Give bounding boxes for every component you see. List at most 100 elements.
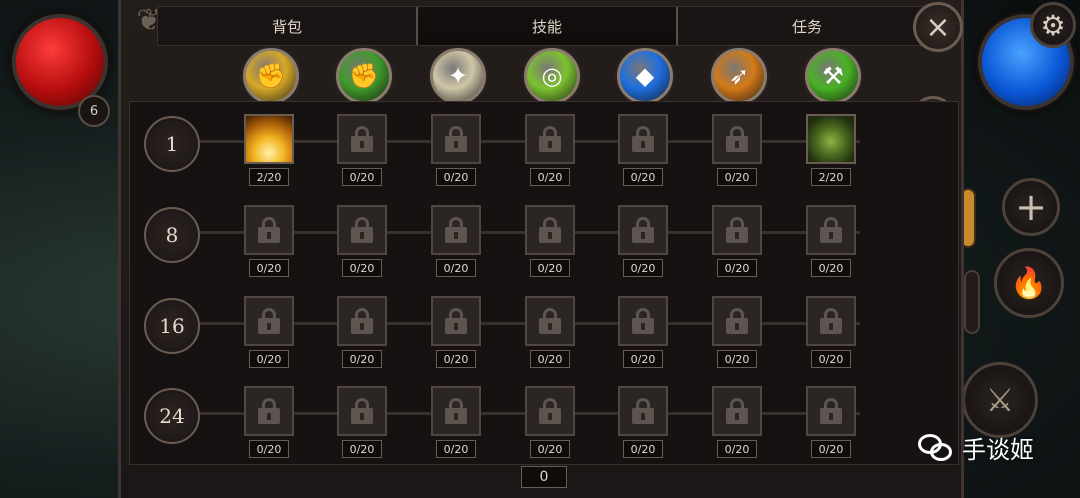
skill-slot-locked[interactable]	[712, 114, 762, 164]
skill-points-label: 0/20	[530, 350, 570, 368]
green-rune-icon[interactable]: ◎	[524, 48, 580, 104]
skill-points-label: 0/20	[717, 440, 757, 458]
skill-points-label: 0/20	[436, 440, 476, 458]
lock-icon	[351, 398, 373, 424]
skill-slot-locked[interactable]	[806, 205, 856, 255]
skill-slot-locked[interactable]	[337, 296, 387, 346]
watermark-text: 手谈姬	[962, 436, 1034, 464]
skill-slot-locked[interactable]	[337, 114, 387, 164]
skill-slot-locked[interactable]	[618, 296, 668, 346]
lock-icon	[539, 398, 561, 424]
skill-points-label: 0/20	[436, 259, 476, 277]
skill-slot-locked[interactable]	[431, 296, 481, 346]
skill-slot-locked[interactable]	[618, 114, 668, 164]
skills-panel: ❦ 背包 技能 任务 × × ✊✊✦◎◆➶⚒ 12/200/200/200/20…	[118, 0, 964, 498]
skill-slot-locked[interactable]	[712, 205, 762, 255]
lock-icon	[258, 217, 280, 243]
player-level-badge: 6	[78, 95, 110, 127]
skill-slot-locked[interactable]	[712, 386, 762, 436]
left-hud: 6	[0, 0, 120, 498]
quick-skill-slot-empty[interactable]	[964, 270, 980, 334]
lock-icon	[258, 308, 280, 334]
skill-points-label: 2/20	[249, 168, 289, 186]
skill-slot-locked[interactable]	[337, 205, 387, 255]
skill-points-label: 0/20	[342, 168, 382, 186]
skill-points-label: 0/20	[811, 350, 851, 368]
skill-slot-locked[interactable]	[525, 205, 575, 255]
skill-slot-locked[interactable]	[525, 386, 575, 436]
skill-slot-locked[interactable]	[806, 386, 856, 436]
tab-quests[interactable]: 任务	[678, 7, 936, 45]
lock-icon	[820, 398, 842, 424]
green-axe-icon[interactable]: ⚒	[805, 48, 861, 104]
skill-points-label: 0/20	[530, 168, 570, 186]
skill-points-label: 0/20	[623, 168, 663, 186]
skill-slot-locked[interactable]	[618, 386, 668, 436]
skill-points-label: 0/20	[436, 168, 476, 186]
required-level-badge: 8	[144, 207, 200, 263]
golden-burst-skill-icon	[246, 116, 292, 162]
skill-points-label: 0/20	[530, 440, 570, 458]
wechat-icon	[918, 433, 954, 462]
tab-skills[interactable]: 技能	[416, 7, 678, 45]
lock-icon	[632, 126, 654, 152]
skill-slot-locked[interactable]	[431, 205, 481, 255]
available-skill-points: 0	[521, 466, 567, 488]
skill-tree-grid: 1 2/20 0/20 0/20 0/20 0/20 0/20 2/20 8 0/20 0/20 0/…	[129, 101, 959, 465]
lock-icon	[351, 308, 373, 334]
skill-slot-locked[interactable]	[431, 386, 481, 436]
skill-points-label: 0/20	[623, 350, 663, 368]
tab-inventory[interactable]: 背包	[158, 7, 416, 45]
lock-icon	[726, 308, 748, 334]
blue-crystal-icon[interactable]: ◆	[617, 48, 673, 104]
skill-points-label: 2/20	[811, 168, 851, 186]
skill-points-label: 0/20	[530, 259, 570, 277]
lock-icon	[351, 217, 373, 243]
fist-icon[interactable]: ✊	[243, 48, 299, 104]
skill-slot-locked[interactable]	[244, 205, 294, 255]
skill-slot-locked[interactable]	[244, 296, 294, 346]
lock-icon	[539, 308, 561, 334]
skill-points-label: 0/20	[342, 440, 382, 458]
skill-points-label: 0/20	[436, 350, 476, 368]
lock-icon	[445, 217, 467, 243]
add-plus-icon[interactable]: +	[1002, 178, 1060, 236]
close-panel-button[interactable]: ×	[913, 2, 963, 52]
skill-points-label: 0/20	[811, 440, 851, 458]
close-icon: ×	[925, 9, 951, 45]
tab-bar: 背包 技能 任务	[157, 6, 937, 46]
lock-icon	[445, 126, 467, 152]
sword-attack-icon[interactable]: ⚔	[962, 362, 1038, 438]
lock-icon	[445, 308, 467, 334]
skill-points-label: 0/20	[249, 440, 289, 458]
lock-icon	[820, 217, 842, 243]
skill-slot-unlocked[interactable]	[806, 114, 856, 164]
settings-gear-icon[interactable]: ⚙	[1030, 2, 1076, 48]
lock-icon	[632, 308, 654, 334]
lock-icon	[726, 398, 748, 424]
skill-points-label: 0/20	[717, 259, 757, 277]
skill-slot-locked[interactable]	[806, 296, 856, 346]
skill-slot-locked[interactable]	[337, 386, 387, 436]
skill-slot-locked[interactable]	[525, 114, 575, 164]
green-fist-icon[interactable]: ✊	[336, 48, 392, 104]
skill-slot-locked[interactable]	[431, 114, 481, 164]
light-burst-icon[interactable]: ✦	[430, 48, 486, 104]
required-level-badge: 16	[144, 298, 200, 354]
skill-category-row: ✊ ✊ ✦ ◎ ◆ ➶ ⚒	[121, 48, 967, 104]
skill-slot-locked[interactable]	[618, 205, 668, 255]
lock-icon	[726, 217, 748, 243]
skill-points-label: 0/20	[623, 440, 663, 458]
skill-slot-locked[interactable]	[712, 296, 762, 346]
skill-points-label: 0/20	[249, 259, 289, 277]
bow-arrow-icon[interactable]: ➶	[711, 48, 767, 104]
fire-skill-icon[interactable]: 🔥	[994, 248, 1064, 318]
lock-icon	[632, 217, 654, 243]
lock-icon	[820, 308, 842, 334]
lock-icon	[258, 398, 280, 424]
skill-slot-locked[interactable]	[525, 296, 575, 346]
lock-icon	[632, 398, 654, 424]
skill-points-label: 0/20	[249, 350, 289, 368]
skill-slot-unlocked[interactable]	[244, 114, 294, 164]
skill-slot-locked[interactable]	[244, 386, 294, 436]
